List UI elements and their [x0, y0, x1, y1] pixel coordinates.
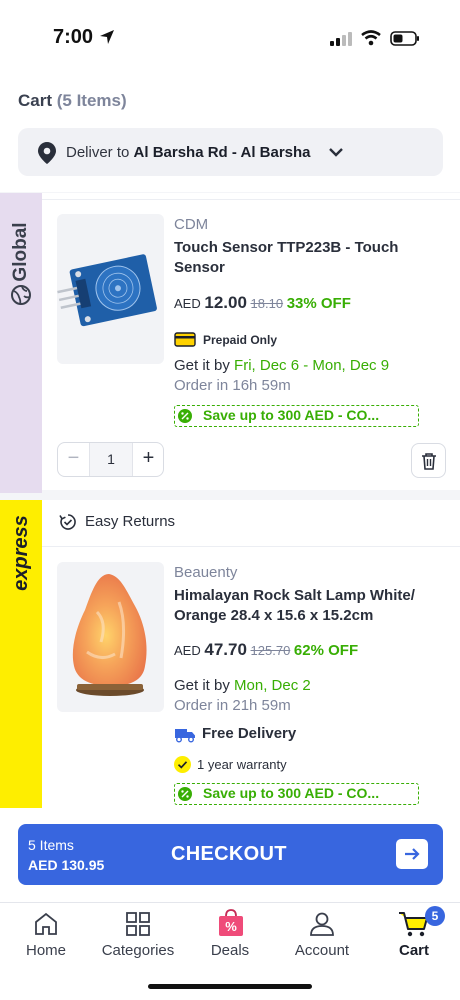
coupon-savings-banner[interactable]: Save up to 300 AED - CO... — [174, 405, 419, 427]
discount-badge-icon — [178, 787, 192, 801]
product-title[interactable]: Touch Sensor TTP223B - Touch Sensor — [174, 238, 444, 278]
delivery-location-text: Deliver to Al Barsha Rd - Al Barsha — [66, 144, 311, 161]
price: 12.00 — [204, 293, 247, 312]
page-title: Cart (5 Items) — [18, 91, 127, 111]
deals-icon: % — [219, 909, 243, 936]
tab-deals-label: Deals — [210, 942, 250, 959]
product-title-line1: Himalayan Rock Salt Lamp White/ — [174, 587, 415, 604]
tab-account[interactable]: Account — [276, 908, 368, 966]
order-countdown: Order in 16h 59m — [174, 377, 291, 394]
price-row: AED 47.70 125.70 62% OFF — [174, 640, 358, 660]
home-indicator — [148, 984, 312, 989]
user-icon — [310, 912, 334, 936]
checkout-total: AED 130.95 — [28, 857, 105, 873]
coupon-savings-text: Save up to 300 AED - CO... — [203, 407, 380, 423]
product-brand[interactable]: Beauenty — [174, 564, 237, 581]
checkout-item-count: 5 Items — [28, 837, 74, 853]
touch-sensor-image — [57, 254, 157, 327]
tab-account-label: Account — [294, 942, 350, 959]
home-icon — [35, 912, 57, 935]
prepaid-card-icon — [174, 332, 196, 347]
deliver-prefix: Deliver to — [66, 144, 130, 161]
salt-lamp-image — [72, 574, 147, 696]
currency: AED — [174, 296, 201, 311]
free-delivery-label: Free Delivery — [202, 725, 297, 742]
location-arrow-icon — [100, 30, 114, 44]
remove-item-button[interactable] — [411, 443, 446, 478]
discount-badge-icon — [178, 409, 192, 423]
coupon-savings-banner[interactable]: Save up to 300 AED - CO... — [174, 783, 419, 805]
divider — [42, 546, 460, 547]
divider — [42, 199, 460, 200]
coupon-savings-text: Save up to 300 AED - CO... — [203, 785, 380, 801]
old-price: 125.70 — [250, 643, 291, 658]
easy-returns-icon — [59, 514, 76, 530]
truck-icon — [175, 729, 195, 743]
express-label: express — [10, 515, 32, 591]
checkout-label: CHECKOUT — [171, 843, 287, 865]
tab-cart[interactable]: 5 Cart — [368, 904, 460, 966]
trash-icon — [422, 453, 436, 470]
arrow-right-icon — [405, 848, 420, 860]
tab-deals[interactable]: % Deals — [184, 908, 276, 966]
tab-cart-label: Cart — [398, 942, 429, 959]
product-image-touch-sensor[interactable] — [57, 214, 164, 364]
tab-categories-label: Categories — [101, 942, 175, 959]
increase-quantity-button[interactable]: + — [132, 443, 164, 476]
discount-label: 33% OFF — [286, 295, 351, 312]
old-price: 18.10 — [250, 296, 284, 311]
quantity-stepper: − 1 + — [57, 442, 164, 477]
decrease-quantity-button[interactable]: − — [58, 443, 90, 476]
grid-icon — [126, 912, 150, 936]
tab-home[interactable]: Home — [0, 908, 92, 966]
battery-icon — [390, 31, 419, 46]
product-brand[interactable]: CDM — [174, 216, 208, 233]
discount-label: 62% OFF — [293, 642, 359, 659]
cellular-signal-icon — [330, 32, 352, 46]
price: 47.70 — [204, 640, 247, 659]
delivery-estimate: Get it by Fri, Dec 6 - Mon, Dec 9 — [174, 357, 389, 374]
deliver-location: Al Barsha Rd - Al Barsha — [133, 144, 311, 161]
wifi-icon — [361, 30, 381, 46]
product-title[interactable]: Himalayan Rock Salt Lamp White/ Orange 2… — [174, 586, 449, 626]
delivery-estimate: Get it by Mon, Dec 2 — [174, 677, 311, 694]
tab-home-label: Home — [25, 942, 66, 959]
get-it-prefix: Get it by — [174, 357, 230, 374]
cart-badge: 5 — [425, 906, 445, 926]
prepaid-badge: Prepaid Only — [203, 333, 278, 347]
product-image-salt-lamp[interactable] — [57, 562, 164, 712]
cart-item-count: (5 Items) — [56, 91, 127, 110]
product-title-line2: Sensor — [174, 259, 225, 276]
currency: AED — [174, 643, 201, 658]
warranty-label: 1 year warranty — [197, 757, 287, 772]
order-countdown: Order in 21h 59m — [174, 697, 291, 714]
product-title-line1: Touch Sensor TTP223B - Touch — [174, 239, 399, 256]
delivery-date: Fri, Dec 6 - Mon, Dec 9 — [234, 357, 390, 374]
location-pin-icon — [38, 142, 56, 164]
price-row: AED 12.00 18.10 33% OFF — [174, 293, 351, 313]
warranty-check-icon — [174, 756, 191, 773]
chevron-down-icon — [329, 148, 343, 157]
svg-text:%: % — [225, 919, 237, 934]
product-title-line2: Orange 28.4 x 15.6 x 15.2cm — [174, 607, 374, 624]
checkout-arrow — [396, 839, 428, 869]
quantity-value: 1 — [90, 443, 132, 476]
status-time: 7:00 — [53, 26, 94, 48]
globe-icon — [11, 285, 31, 305]
get-it-prefix: Get it by — [174, 677, 230, 694]
delivery-date: Mon, Dec 2 — [234, 677, 311, 694]
tab-categories[interactable]: Categories — [92, 908, 184, 966]
easy-returns-label: Easy Returns — [85, 513, 176, 530]
cart-title-label: Cart — [18, 91, 53, 110]
